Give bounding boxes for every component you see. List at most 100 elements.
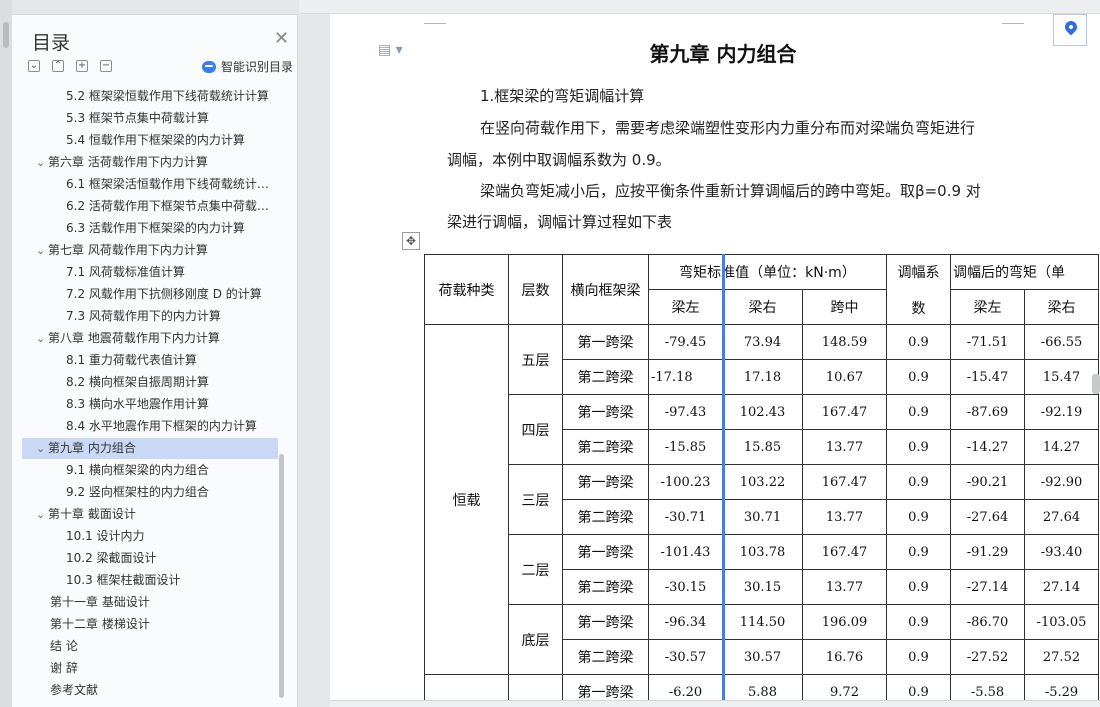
paragraph-heading: 1.框架梁的弯矩调幅计算: [480, 87, 645, 105]
value-cell: 0.9: [886, 499, 951, 535]
chevron-down-icon[interactable]: ⌄: [36, 438, 48, 459]
toc-item-label: 8.1 重力荷载代表值计算: [66, 353, 197, 367]
paragraph-line: 调幅，本例中取调幅系数为 0.9。: [447, 151, 671, 169]
expand-all-icon[interactable]: ⌄: [28, 60, 40, 72]
value-cell: -14.27: [950, 429, 1025, 465]
toc-scrollbar[interactable]: [279, 454, 284, 698]
toc-item-label: 5.3 框架节点集中荷载计算: [66, 111, 209, 125]
chevron-down-icon[interactable]: ⌄: [36, 240, 48, 261]
outer-scrollbar[interactable]: [0, 0, 12, 707]
toc-title: 目录: [32, 32, 71, 54]
toc-item[interactable]: 10.1 设计内力: [22, 526, 278, 547]
toc-item[interactable]: 5.2 框架梁恒载作用下线荷载统计计算: [22, 86, 278, 107]
location-pin-icon: [1062, 18, 1080, 36]
toc-item[interactable]: 9.1 横向框架梁的内力组合: [22, 460, 278, 481]
toc-item[interactable]: ⌄ 第十章 截面设计: [22, 504, 278, 525]
toc-list: 5.2 框架梁恒载作用下线荷载统计计算 5.3 框架节点集中荷载计算 5.4 恒载作…: [22, 86, 280, 704]
header-right-adjusted: 梁右: [1024, 289, 1099, 325]
toc-item-label: 第九章 内力组合: [48, 441, 136, 455]
toc-item-label: 9.2 竖向框架柱的内力组合: [66, 485, 209, 499]
toc-item[interactable]: 7.3 风荷载作用下的内力计算: [22, 306, 278, 327]
toc-item[interactable]: 8.1 重力荷载代表值计算: [22, 350, 278, 371]
toc-item-label: 结 论: [50, 639, 78, 653]
toc-item[interactable]: 6.2 活荷载作用下框架节点集中荷载计算: [22, 196, 278, 217]
toc-item[interactable]: ⌄ 第六章 活荷载作用下内力计算: [22, 152, 278, 173]
value-cell: 167.47: [802, 394, 887, 430]
header-coefficient-line1: 调幅系: [897, 264, 940, 281]
toc-item[interactable]: 7.2 风载作用下抗侧移刚度 D 的计算: [22, 284, 278, 305]
close-icon[interactable]: ✕: [274, 30, 289, 48]
value-cell: -92.90: [1024, 464, 1099, 500]
toc-item[interactable]: ⌄ 第九章 内力组合: [22, 438, 278, 459]
header-left-adjusted: 梁左: [950, 289, 1025, 325]
floor-cell: 四层: [508, 394, 563, 465]
outer-scroll-thumb[interactable]: [3, 22, 9, 48]
beam-cell: 第一跨梁: [562, 534, 649, 570]
chevron-down-icon[interactable]: ⌄: [36, 328, 48, 349]
remove-heading-icon[interactable]: −: [100, 60, 112, 72]
chevron-down-icon[interactable]: ⌄: [36, 504, 48, 525]
toc-item[interactable]: 7.1 风荷载标准值计算: [22, 262, 278, 283]
beam-cell: 第一跨梁: [562, 394, 649, 430]
value-cell: 13.77: [802, 499, 887, 535]
toc-item[interactable]: 5.3 框架节点集中荷载计算: [22, 108, 278, 129]
beam-cell: 第二跨梁: [562, 359, 649, 395]
toc-item[interactable]: 8.4 水平地震作用下框架的内力计算: [22, 416, 278, 437]
value-cell: 10.67: [802, 359, 887, 395]
toc-item[interactable]: 8.3 横向水平地震作用计算: [22, 394, 278, 415]
toc-item-label: 8.3 横向水平地震作用计算: [66, 397, 209, 411]
header-coefficient-line2: 数: [911, 300, 926, 317]
value-cell: 0.9: [886, 639, 951, 675]
toc-item[interactable]: 结 论: [22, 636, 278, 657]
toc-item[interactable]: 8.2 横向框架自振周期计算: [22, 372, 278, 393]
ai-icon: [202, 60, 216, 73]
beam-cell: 第二跨梁: [562, 499, 649, 535]
toc-item[interactable]: 6.1 框架梁活恒载作用下线荷载统计计算: [22, 174, 278, 195]
value-cell: -100.23: [648, 464, 723, 500]
beam-cell: 第二跨梁: [562, 429, 649, 465]
toc-item[interactable]: ⌄ 第七章 风荷载作用下内力计算: [22, 240, 278, 261]
table-row: 二层 第一跨梁 -101.43 103.78 167.47 0.9 -91.29 -93.40: [425, 534, 1099, 605]
value-cell: 30.57: [722, 639, 803, 675]
value-cell: 0.9: [886, 359, 951, 395]
toc-item[interactable]: 9.2 竖向框架柱的内力组合: [22, 482, 278, 503]
table-row: 恒载 五层 第一跨梁 -79.45 73.94 148.59 0.9 -71.51 -66.55: [424, 324, 1099, 675]
value-cell: 30.15: [722, 569, 803, 605]
collapse-all-icon[interactable]: ⌃: [52, 60, 64, 72]
value-cell: -86.70: [950, 604, 1025, 640]
smart-toc-button[interactable]: 智能识别目录: [202, 58, 293, 75]
toc-item[interactable]: 6.3 活载作用下框架梁的内力计算: [22, 218, 278, 239]
page-corner-mark: [424, 14, 446, 24]
value-cell: 103.22: [722, 464, 803, 500]
value-cell: 0.9: [886, 569, 951, 605]
toc-item-label: 10.2 梁截面设计: [66, 551, 157, 565]
toc-item-label: 谢 辞: [50, 661, 78, 675]
toc-item[interactable]: 谢 辞: [22, 658, 278, 679]
table-row: 四层 第一跨梁 -97.43 102.43 167.47 0.9 -87.69 -92.19: [425, 394, 1099, 465]
document-scrollbar-thumb[interactable]: [1092, 374, 1100, 394]
top-ruler: [299, 0, 1100, 14]
floor-cell: 三层: [508, 464, 563, 535]
toc-item[interactable]: 10.2 梁截面设计: [22, 548, 278, 569]
value-cell: -103.05: [1024, 604, 1099, 640]
table-move-handle-icon[interactable]: ✥: [402, 232, 420, 250]
location-button[interactable]: [1053, 14, 1087, 46]
table-row: 三层 第一跨梁 -100.23 103.22 167.47 0.9 -90.21 -92.90: [425, 464, 1099, 535]
column-resize-indicator[interactable]: [722, 254, 725, 707]
chevron-down-icon[interactable]: ⌄: [36, 152, 48, 173]
value-cell: 13.77: [802, 429, 887, 465]
toc-item[interactable]: ⌄ 第八章 地震荷载作用下内力计算: [22, 328, 278, 349]
toc-item[interactable]: 第十一章 基础设计: [22, 592, 278, 613]
value-cell: 0.9: [886, 464, 951, 500]
header-mid: 跨中: [802, 289, 887, 325]
toc-item[interactable]: 5.4 恒载作用下框架梁的内力计算: [22, 130, 278, 151]
add-heading-icon[interactable]: +: [76, 60, 88, 72]
toc-item[interactable]: 第十二章 楼梯设计: [22, 614, 278, 635]
value-cell: -30.15: [648, 569, 723, 605]
value-cell: -96.34: [648, 604, 723, 640]
value-cell: 14.27: [1024, 429, 1099, 465]
horizontal-scrollbar[interactable]: [330, 700, 1100, 707]
toc-item[interactable]: 参考文献: [22, 680, 278, 701]
toc-item[interactable]: 10.3 框架柱截面设计: [22, 570, 278, 591]
toc-item-label: 7.1 风荷载标准值计算: [66, 265, 185, 279]
